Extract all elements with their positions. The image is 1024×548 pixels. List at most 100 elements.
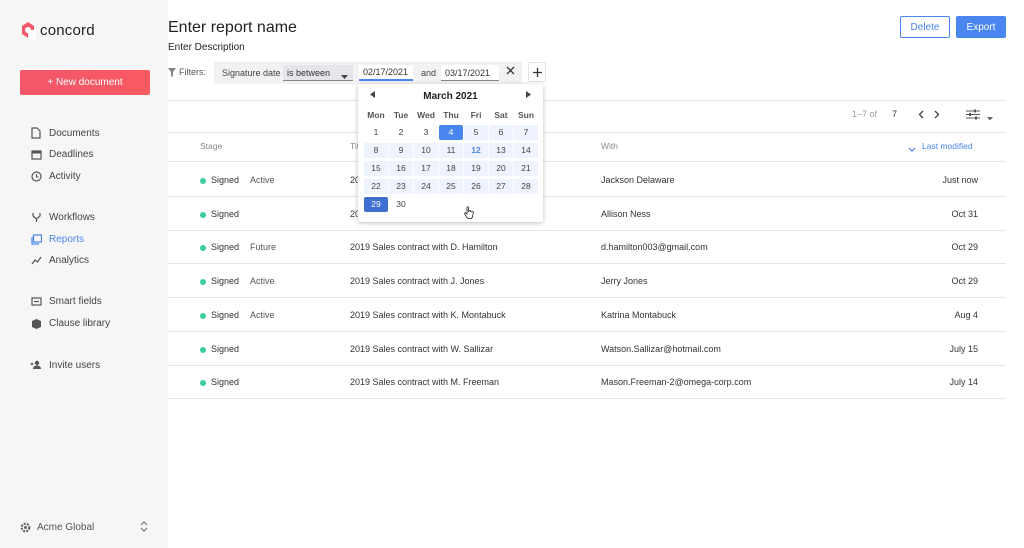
dropdown-arrow-icon xyxy=(341,71,348,81)
calendar-day[interactable]: 2 xyxy=(389,125,413,140)
calendar-day[interactable]: 8 xyxy=(364,143,388,158)
table-row[interactable]: Signed 2019 Sales contract with W. Salliz… xyxy=(168,332,1006,366)
filters-label-wrap: Filters: xyxy=(168,67,206,77)
hand-cursor-icon xyxy=(464,206,474,221)
row-status: Active xyxy=(250,276,275,287)
nav-documents[interactable]: Documents xyxy=(30,125,100,141)
table-row[interactable]: Signed2019 Sales contract with A. NessAl… xyxy=(168,197,1006,231)
analytics-icon xyxy=(30,254,42,266)
table-row[interactable]: Signed 2019 Sales contract with M. Freema… xyxy=(168,365,1006,400)
new-document-button[interactable]: + New document xyxy=(20,70,150,95)
calendar-day[interactable]: 11 xyxy=(439,143,463,158)
column-stage[interactable]: Stage xyxy=(200,141,222,151)
calendar-icon xyxy=(30,148,42,160)
filters-label: Filters: xyxy=(179,67,206,77)
row-title: 2019 Sales contract with K. Montabuck xyxy=(350,309,506,320)
calendar-day[interactable]: 1 xyxy=(364,125,388,140)
calendar-day[interactable]: 29 xyxy=(364,197,388,212)
report-description[interactable]: Enter Description xyxy=(168,42,245,53)
calendar-day[interactable]: 23 xyxy=(389,179,413,194)
table-row[interactable]: SignedActive2019 Sales contract with B. … xyxy=(168,163,1006,197)
column-last-modified[interactable]: Last modified xyxy=(922,141,973,151)
next-page-icon[interactable] xyxy=(934,110,940,121)
column-settings-icon[interactable] xyxy=(966,109,980,122)
date-picker: March 2021 Mon Tue Wed Thu Fri Sat Sun 1 2 3 4 5 6 7 8… xyxy=(358,84,543,222)
add-filter-icon[interactable] xyxy=(528,62,546,82)
calendar-day[interactable]: 18 xyxy=(439,161,463,176)
row-title: 2019 Sales contract with W. Sallizar xyxy=(350,343,494,354)
row-with: Jackson Delaware xyxy=(601,175,675,185)
prev-page-icon[interactable] xyxy=(918,110,924,121)
report-title[interactable]: Enter report name xyxy=(168,19,297,37)
workspace-switcher[interactable]: Acme Global xyxy=(20,520,148,533)
table-row[interactable]: Signed Future 2019 Sales contract with D. … xyxy=(168,230,1006,265)
filter-operator-select[interactable]: is between xyxy=(283,65,353,81)
row-stage: Signed xyxy=(211,343,240,354)
row-modified: Oct 31 xyxy=(951,208,978,219)
calendar-day[interactable]: 15 xyxy=(364,161,388,176)
nav-invite-users-label: Invite users xyxy=(49,359,101,371)
row-with: Katrina Montabuck xyxy=(601,309,677,320)
calendar-day[interactable]: 30 xyxy=(389,197,413,212)
next-month-icon[interactable] xyxy=(526,91,531,100)
row-with: Mason.Freeman-2@omega-corp.com xyxy=(601,377,752,388)
row-with: d.hamilton003@gmail.com xyxy=(601,242,708,253)
nav-reports[interactable]: Reports xyxy=(30,231,84,247)
workflow-icon xyxy=(30,211,42,223)
status-dot xyxy=(200,211,206,218)
calendar-month: March 2021 xyxy=(423,91,478,102)
calendar-day[interactable]: 3 xyxy=(414,125,438,140)
calendar-day[interactable]: 24 xyxy=(414,179,438,194)
calendar-day[interactable]: 9 xyxy=(389,143,413,158)
calendar-day[interactable]: 12 xyxy=(464,143,488,158)
calendar-day[interactable]: 17 xyxy=(414,161,438,176)
nav-smart-fields[interactable]: Smart fields xyxy=(30,293,102,309)
nav-clause-library[interactable]: Clause library xyxy=(30,315,110,331)
table-row[interactable]: Signed Active 2019 Sales contract with J. … xyxy=(168,264,1006,299)
row-status: Future xyxy=(250,242,277,253)
calendar-day[interactable]: 13 xyxy=(489,143,513,158)
nav-invite-users[interactable]: Invite users xyxy=(30,357,100,373)
nav-workflows[interactable]: Workflows xyxy=(30,209,95,225)
calendar-day[interactable]: 21 xyxy=(514,161,538,176)
export-button[interactable]: Export xyxy=(956,16,1006,38)
calendar-day[interactable]: 26 xyxy=(464,179,488,194)
nav-smart-fields-label: Smart fields xyxy=(49,295,102,307)
sidebar: concord + New document Documents Deadlin… xyxy=(0,0,168,548)
filter-operator-value: is between xyxy=(287,67,331,78)
calendar-day[interactable]: 10 xyxy=(414,143,438,158)
column-with[interactable]: With xyxy=(601,141,618,151)
calendar-day[interactable]: 6 xyxy=(489,125,513,140)
filter-date-from[interactable]: 02/17/2021 xyxy=(359,65,413,81)
gear-icon xyxy=(20,522,31,533)
calendar-day[interactable]: 27 xyxy=(489,179,513,194)
calendar-weekday: Sun xyxy=(517,110,535,120)
calendar-day[interactable]: 19 xyxy=(464,161,488,176)
calendar-day[interactable]: 14 xyxy=(514,143,538,158)
filter-field[interactable]: Signature date xyxy=(222,68,281,78)
calendar-day[interactable]: 5 xyxy=(464,125,488,140)
calendar-day[interactable]: 4 xyxy=(439,125,463,140)
calendar-weekday: Fri xyxy=(470,110,482,120)
settings-dropdown-icon[interactable] xyxy=(987,113,993,123)
status-dot xyxy=(200,312,206,319)
nav-activity[interactable]: Activity xyxy=(30,168,81,184)
clear-filter-icon[interactable] xyxy=(506,66,515,75)
calendar-day[interactable]: 7 xyxy=(514,125,538,140)
calendar-day[interactable]: 28 xyxy=(514,179,538,194)
delete-button[interactable]: Delete xyxy=(900,16,950,38)
table-row[interactable]: Signed Active 2019 Sales contract with K. … xyxy=(168,298,1006,332)
nav-activity-label: Activity xyxy=(49,170,81,182)
brand-logo[interactable]: concord xyxy=(20,21,95,39)
filter-date-to[interactable]: 03/17/2021 xyxy=(441,65,499,81)
calendar-day[interactable]: 16 xyxy=(389,161,413,176)
reports-icon xyxy=(30,233,42,245)
calendar-day[interactable]: 22 xyxy=(364,179,388,194)
filter-and-label: and xyxy=(421,68,437,78)
nav-documents-label: Documents xyxy=(49,127,100,139)
calendar-day[interactable]: 25 xyxy=(439,179,463,194)
calendar-day[interactable]: 20 xyxy=(489,161,513,176)
nav-deadlines[interactable]: Deadlines xyxy=(30,146,93,162)
sort-desc-icon[interactable] xyxy=(908,144,916,154)
nav-analytics[interactable]: Analytics xyxy=(30,252,89,268)
